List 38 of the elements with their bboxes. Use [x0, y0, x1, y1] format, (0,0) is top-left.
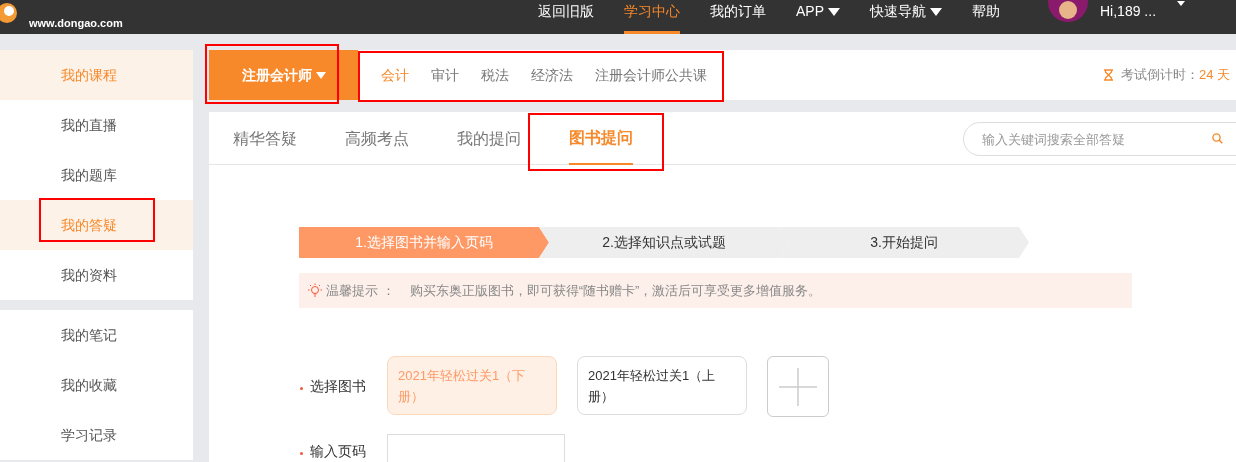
search-icon[interactable] [1212, 133, 1223, 144]
nav-link[interactable]: 返回旧版 [538, 0, 594, 34]
subject-tab[interactable]: 注册会计师公共课 [595, 64, 707, 86]
tip-text: 购买东奥正版图书，即可获得“随书赠卡”，激活后可享受更多增值服务。 [409, 281, 822, 300]
nav-link[interactable]: 我的订单 [710, 0, 766, 34]
nav-link[interactable]: 快速导航 [870, 0, 942, 34]
required-icon [299, 386, 304, 391]
tab[interactable]: 高频考点 [345, 112, 409, 165]
subject-tab[interactable]: 审计 [431, 64, 459, 86]
required-icon [299, 451, 304, 456]
nav-link[interactable]: 帮助 [972, 0, 1000, 34]
tip-label: 温馨提示 ： [326, 281, 395, 300]
logo-icon [0, 2, 18, 24]
step: 2.选择知识点或试题 [539, 227, 789, 258]
add-button[interactable] [767, 356, 829, 417]
field-label: 输入页码 [310, 442, 366, 461]
step: 1.选择图书并输入页码 [299, 227, 549, 258]
tab[interactable]: 精华答疑 [233, 112, 297, 165]
caret-icon [315, 71, 326, 79]
book-option[interactable]: 2021年轻松过关1（上册） [577, 356, 747, 415]
caret-icon [1177, 1, 1185, 6]
nav-link[interactable]: 学习中心 [624, 0, 680, 34]
field-label: 选择图书 [310, 377, 366, 396]
active-underline [624, 31, 680, 34]
countdown-value: 24 天 [1198, 66, 1230, 85]
tab[interactable]: 我的提问 [457, 112, 521, 165]
user-greeting[interactable]: Hi,189 ... [1100, 1, 1157, 22]
site-url: www.dongao.com [29, 18, 123, 29]
plus-icon [779, 367, 817, 406]
page-input[interactable] [387, 434, 565, 462]
countdown-label: 考试倒计时： [1120, 66, 1199, 85]
nav-link[interactable]: APP [796, 0, 840, 34]
subject-tab[interactable]: 经济法 [531, 64, 573, 86]
subject-tab[interactable]: 税法 [481, 64, 509, 86]
hourglass-icon [1103, 69, 1113, 81]
lightbulb-icon [307, 282, 323, 299]
search-field[interactable]: 输入关键词搜索全部答疑 [963, 122, 1236, 156]
step: 3.开始提问 [779, 227, 1029, 258]
